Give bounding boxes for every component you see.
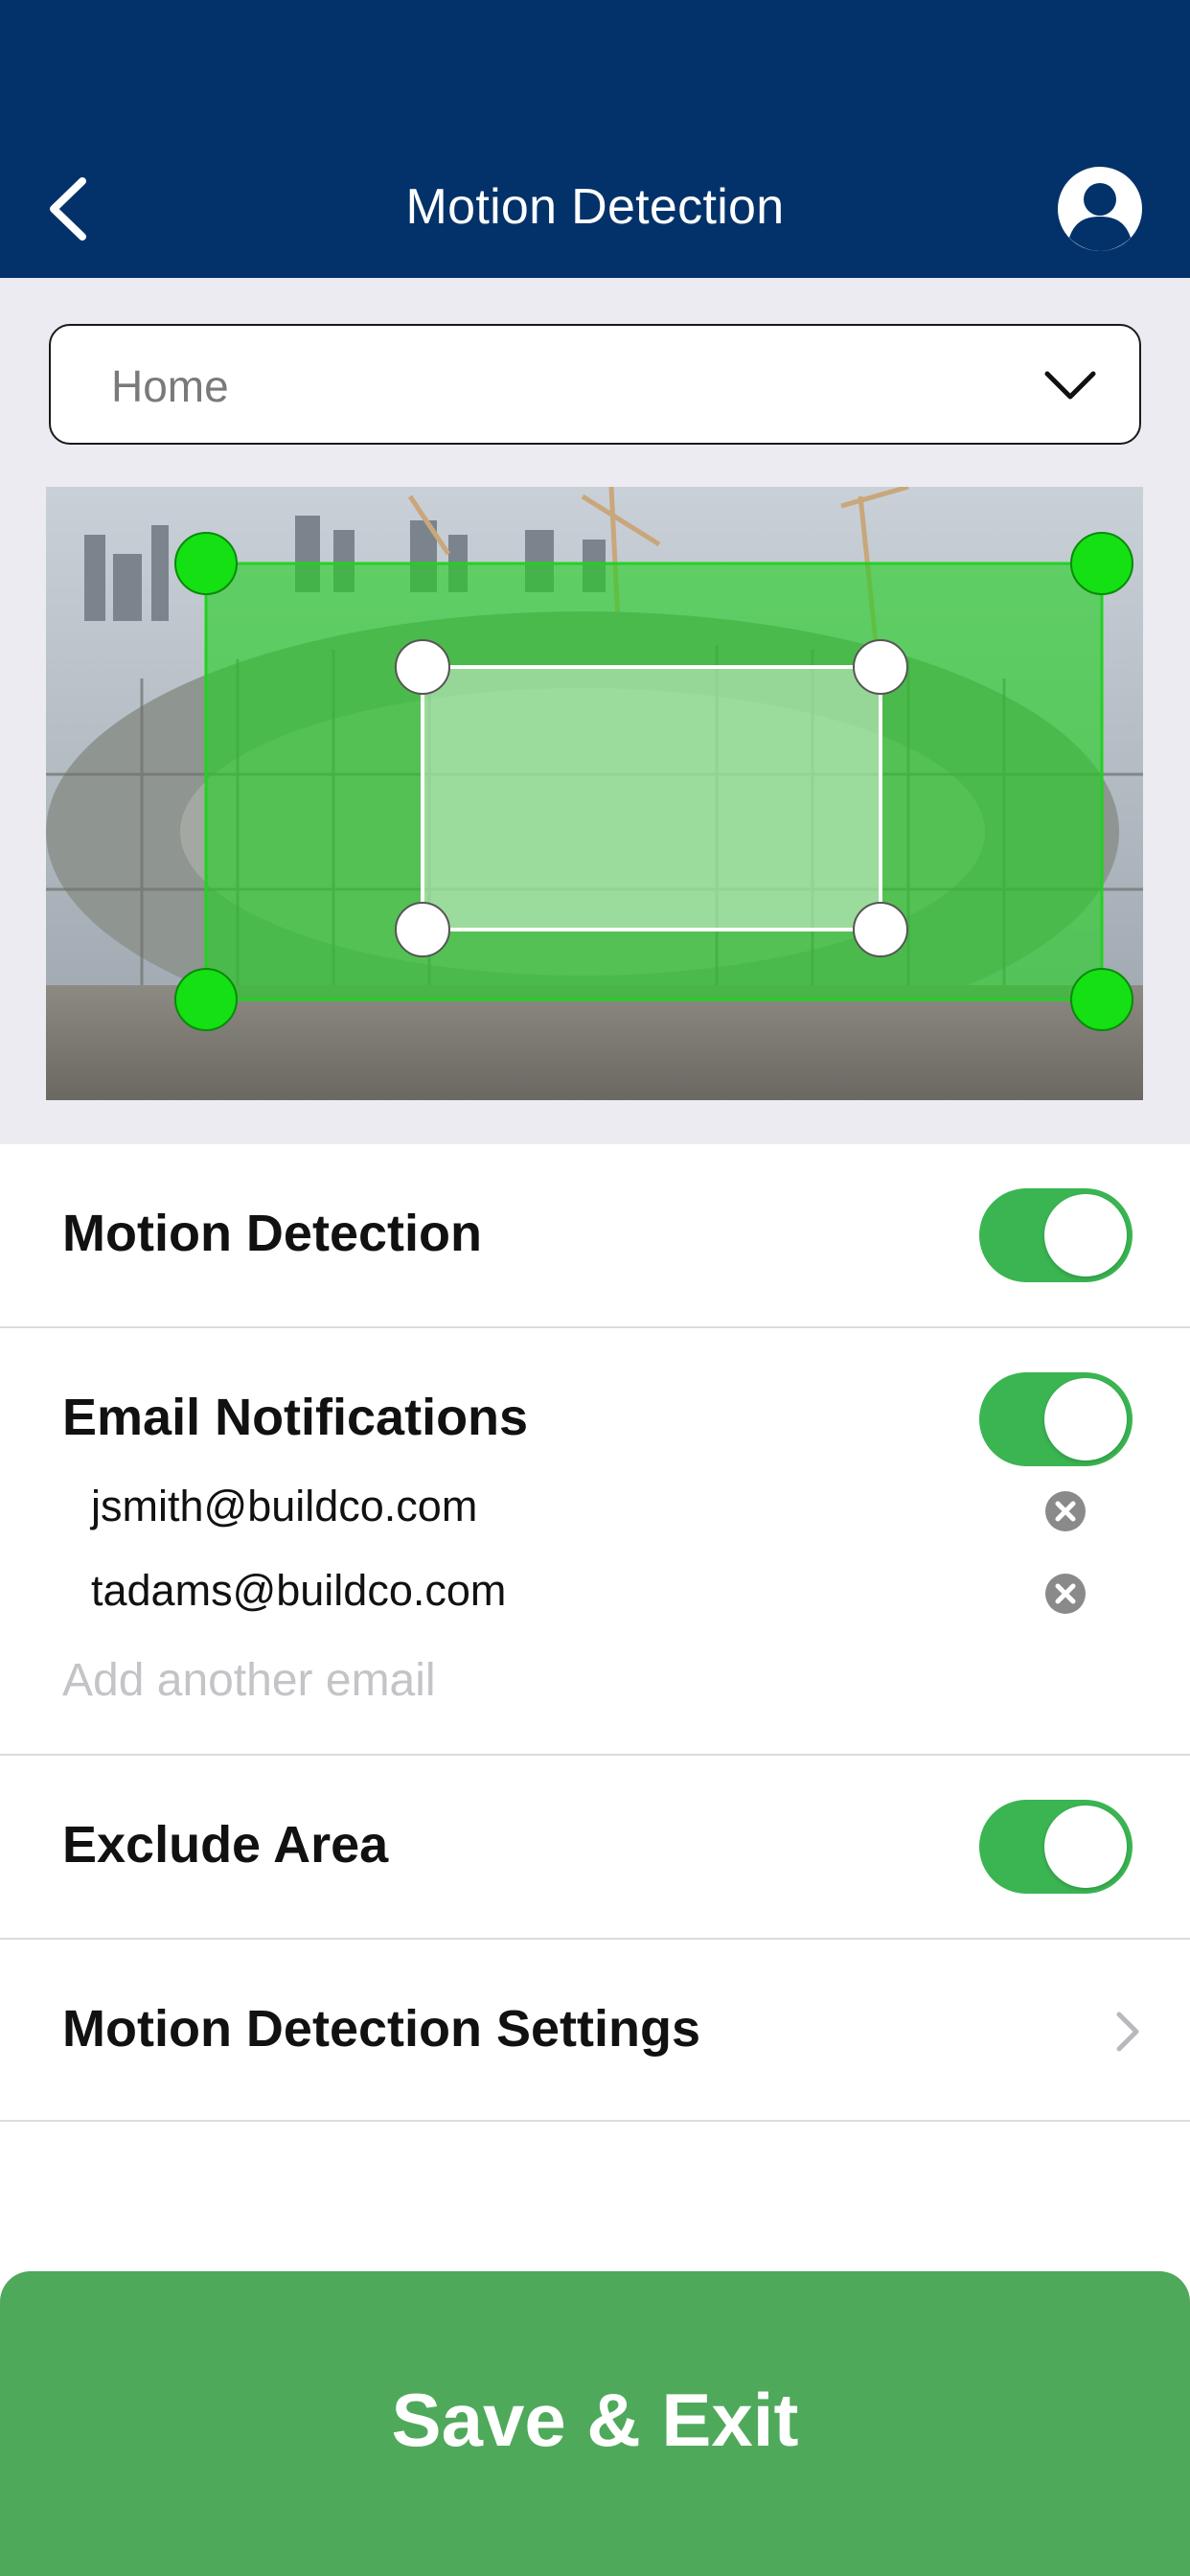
email-notifications-label: Email Notifications [62,1389,529,1446]
email-entry: jsmith@buildco.com [91,1482,478,1530]
page-title: Motion Detection [405,179,785,235]
motion-detection-toggle[interactable] [979,1188,1133,1282]
detection-zone-handle-top-right[interactable] [1070,532,1133,595]
camera-view[interactable] [46,487,1143,1100]
exclude-zone-handle-bottom-left[interactable] [395,902,450,957]
chevron-right-icon [1116,2012,1139,2052]
motion-settings-row[interactable]: Motion Detection Settings [0,1940,1190,2120]
save-exit-label: Save & Exit [391,2378,799,2462]
add-email-input[interactable]: Add another email [62,1654,436,1707]
remove-email-button[interactable] [1045,1491,1086,1531]
exclude-area-toggle[interactable] [979,1800,1133,1894]
exclude-zone-handle-top-right[interactable] [853,639,908,695]
exclude-area-row: Exclude Area [0,1756,1190,1938]
close-icon [1055,1583,1076,1604]
exclude-zone-handle-bottom-right[interactable] [853,902,908,957]
toggle-knob [1044,1806,1127,1888]
save-exit-button[interactable]: Save & Exit [0,2271,1190,2576]
divider [0,2120,1190,2122]
camera-select[interactable]: Home [49,324,1141,445]
chevron-down-icon [1044,371,1096,400]
detection-zone-handle-top-left[interactable] [174,532,238,595]
exclude-area-label: Exclude Area [62,1816,389,1874]
detection-zone-handle-bottom-left[interactable] [174,968,238,1031]
motion-detection-label: Motion Detection [62,1205,482,1262]
remove-email-button[interactable] [1045,1574,1086,1614]
toggle-knob [1044,1378,1127,1460]
email-notifications-row: Email Notifications jsmith@buildco.com t… [0,1328,1190,1754]
account-button[interactable] [1056,165,1144,253]
toggle-knob [1044,1194,1127,1276]
close-icon [1055,1501,1076,1522]
email-notifications-toggle[interactable] [979,1372,1133,1466]
exclude-zone[interactable] [421,665,882,932]
user-avatar-icon [1058,167,1142,251]
email-entry: tadams@buildco.com [91,1566,507,1615]
camera-select-value: Home [111,361,229,411]
motion-detection-row: Motion Detection [0,1144,1190,1326]
exclude-zone-handle-top-left[interactable] [395,639,450,695]
detection-zone-handle-bottom-right[interactable] [1070,968,1133,1031]
motion-settings-label: Motion Detection Settings [62,2000,700,2058]
app-header: Motion Detection [0,0,1190,278]
